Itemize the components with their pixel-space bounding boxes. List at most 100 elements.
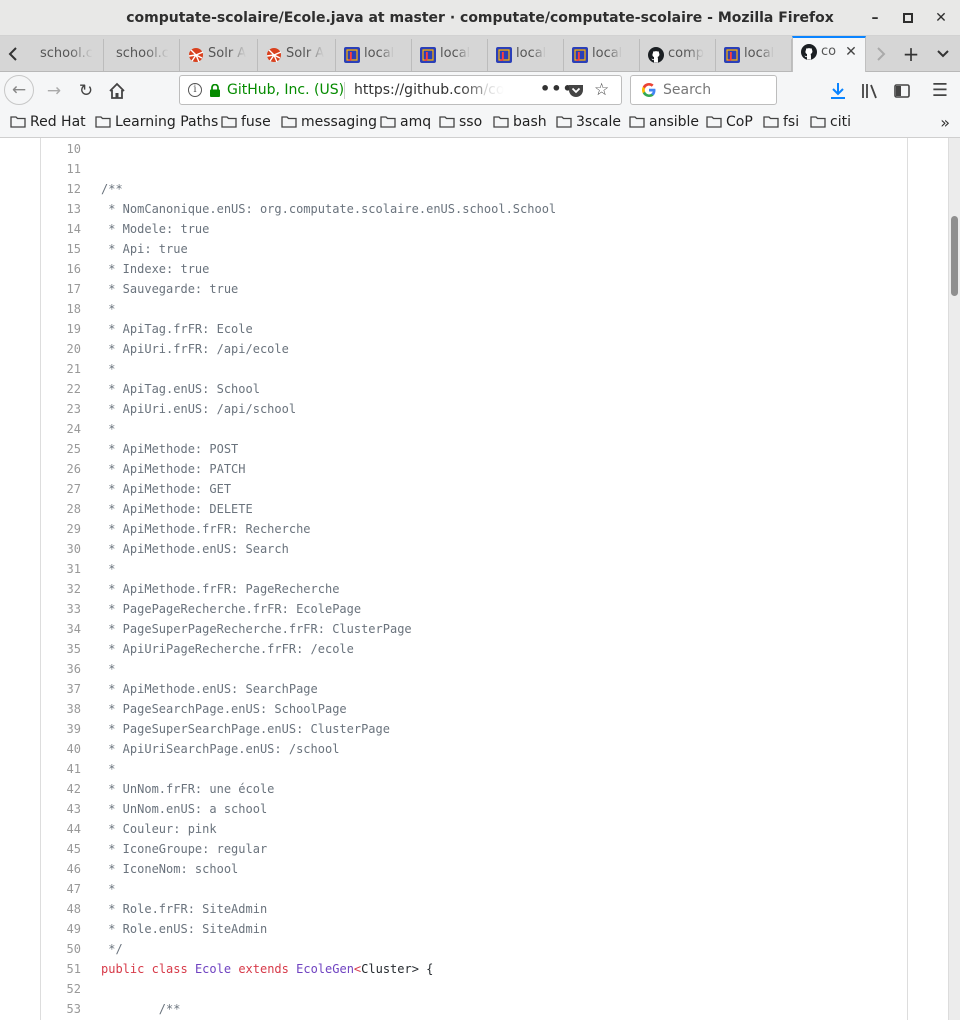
search-box[interactable]: Search [630,75,777,105]
site-identity[interactable]: GitHub, Inc. (US) [227,76,344,104]
bookmark-bash[interactable]: bash [493,110,547,137]
line-number[interactable]: 27 [41,479,81,499]
line-number[interactable]: 36 [41,659,81,679]
jrebel-icon: J [344,47,360,63]
line-number[interactable]: 29 [41,519,81,539]
scrollbar-thumb[interactable] [951,216,958,296]
line-number[interactable]: 38 [41,699,81,719]
line-number[interactable]: 47 [41,879,81,899]
line-number[interactable]: 23 [41,399,81,419]
line-number[interactable]: 33 [41,599,81,619]
line-number[interactable]: 21 [41,359,81,379]
line-number[interactable]: 15 [41,239,81,259]
bookmark-3scale[interactable]: 3scale [556,110,621,137]
line-number[interactable]: 26 [41,459,81,479]
code-line: 34 * PageSuperPageRecherche.frFR: Cluste… [41,619,907,639]
line-number[interactable]: 28 [41,499,81,519]
line-number[interactable]: 34 [41,619,81,639]
line-number[interactable]: 18 [41,299,81,319]
line-code: * Sauvegarde: true [101,282,239,296]
vertical-scrollbar[interactable] [948,138,960,1020]
line-number[interactable]: 16 [41,259,81,279]
tab-local-3[interactable]: J local [488,39,564,71]
tab-school-2[interactable]: school.c [104,39,180,71]
line-number[interactable]: 48 [41,899,81,919]
line-number[interactable]: 12 [41,179,81,199]
tab-github-active[interactable]: co ✕ [792,36,866,72]
tab-label: local [744,46,775,61]
line-number[interactable]: 20 [41,339,81,359]
url-text[interactable]: https://github.com/computate/computate-s… [354,76,504,104]
line-number[interactable]: 44 [41,819,81,839]
bookmark-ansible[interactable]: ansible [629,110,699,137]
bookmark-messaging[interactable]: messaging [281,110,377,137]
line-number[interactable]: 51 [41,959,81,979]
bookmark-citi[interactable]: citi [810,110,851,137]
line-number[interactable]: 46 [41,859,81,879]
line-number[interactable]: 25 [41,439,81,459]
line-number[interactable]: 14 [41,219,81,239]
line-number[interactable]: 13 [41,199,81,219]
line-number[interactable]: 17 [41,279,81,299]
bookmark-fuse[interactable]: fuse [221,110,271,137]
bookmark-amq[interactable]: amq [380,110,431,137]
bookmark-sso[interactable]: sso [439,110,482,137]
minimize-button[interactable]: – [866,9,884,27]
close-tab-icon[interactable]: ✕ [843,44,859,60]
library-button[interactable] [856,77,884,105]
reload-button[interactable]: ↻ [72,77,100,105]
bookmark-red-hat[interactable]: Red Hat [10,110,86,137]
maximize-button[interactable] [899,9,917,27]
line-number[interactable]: 49 [41,919,81,939]
line-number[interactable]: 41 [41,759,81,779]
forward-button[interactable]: → [40,77,68,105]
bookmark-learning-paths[interactable]: Learning Paths [95,110,218,137]
menu-button[interactable]: ☰ [926,77,954,105]
line-number[interactable]: 43 [41,799,81,819]
line-number[interactable]: 32 [41,579,81,599]
tab-solr-2[interactable]: Solr A [258,39,336,71]
line-number[interactable]: 10 [41,139,81,159]
line-number[interactable]: 30 [41,539,81,559]
bookmark-fsi[interactable]: fsi [763,110,799,137]
tab-local-1[interactable]: J local [336,39,412,71]
tab-local-5[interactable]: J local [716,39,792,71]
tab-local-2[interactable]: J local [412,39,488,71]
line-code: * Couleur: pink [101,822,217,836]
line-number[interactable]: 53 [41,999,81,1019]
url-bar[interactable]: i GitHub, Inc. (US) https://github.com/c… [179,75,622,105]
info-icon[interactable]: i [188,83,202,97]
line-number[interactable]: 35 [41,639,81,659]
tab-list-button[interactable] [930,36,956,72]
tabs-scroll-right-button[interactable] [868,36,894,72]
tab-local-4[interactable]: J local [564,39,640,71]
downloads-button[interactable] [824,77,852,105]
line-number[interactable]: 45 [41,839,81,859]
tab-solr-1[interactable]: Solr A [180,39,258,71]
tab-school-1[interactable]: school.c [28,39,104,71]
pocket-icon[interactable] [568,83,584,98]
line-number[interactable]: 11 [41,159,81,179]
line-number[interactable]: 39 [41,719,81,739]
home-button[interactable] [103,77,131,105]
line-number[interactable]: 42 [41,779,81,799]
new-tab-button[interactable]: + [896,36,926,72]
code-line: 36 * [41,659,907,679]
close-window-button[interactable]: ✕ [932,9,950,27]
tabs-scroll-left-button[interactable] [0,36,26,72]
sidebar-button[interactable] [888,77,916,105]
line-number[interactable]: 19 [41,319,81,339]
line-number[interactable]: 40 [41,739,81,759]
bookmarks-overflow-button[interactable]: » [940,110,950,136]
window-titlebar[interactable]: computate-scolaire/Ecole.java at master … [0,0,960,36]
back-button[interactable]: ← [4,75,34,105]
line-number[interactable]: 50 [41,939,81,959]
bookmark-cop[interactable]: CoP [706,110,753,137]
line-number[interactable]: 37 [41,679,81,699]
line-number[interactable]: 24 [41,419,81,439]
line-number[interactable]: 22 [41,379,81,399]
line-number[interactable]: 31 [41,559,81,579]
bookmark-star-button[interactable]: ☆ [594,78,609,102]
tab-github-1[interactable]: comp [640,39,716,71]
line-number[interactable]: 52 [41,979,81,999]
